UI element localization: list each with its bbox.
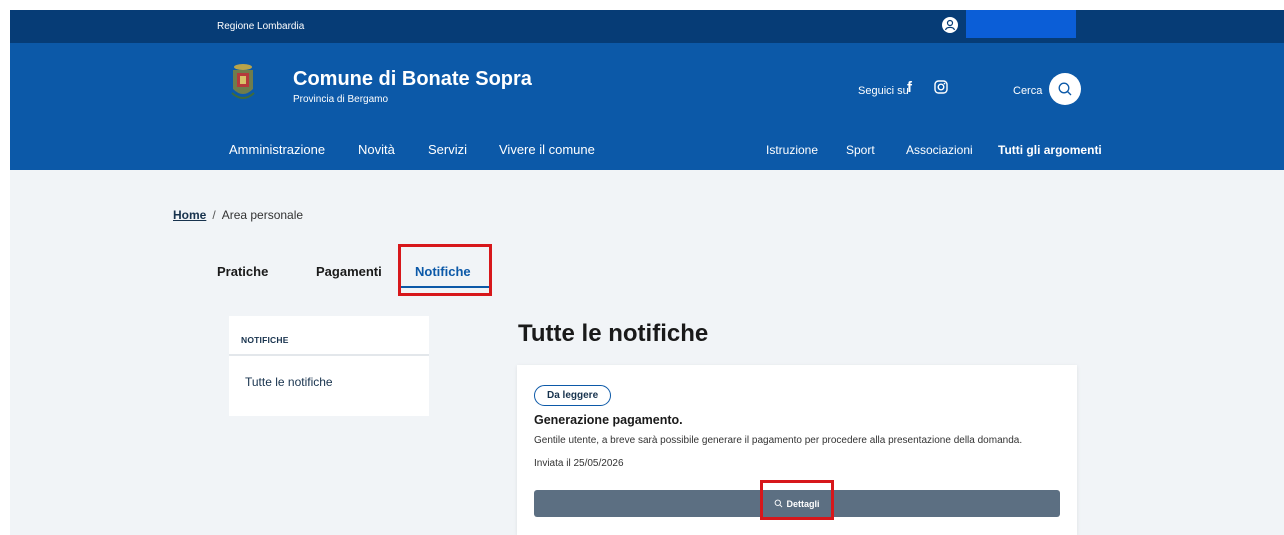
nav-tutti-gli-argomenti[interactable]: Tutti gli argomenti <box>998 143 1102 157</box>
tab-pagamenti[interactable]: Pagamenti <box>316 264 382 279</box>
nav-amministrazione[interactable]: Amministrazione <box>229 142 325 157</box>
instagram-icon[interactable] <box>934 80 948 94</box>
top-bar: Regione Lombardia <box>10 10 1284 43</box>
nav-vivere-il-comune[interactable]: Vivere il comune <box>499 142 595 157</box>
highlight-box-details <box>760 480 834 520</box>
site-header: Comune di Bonate Sopra Provincia di Berg… <box>10 43 1284 170</box>
sidebar-item-all-notifications[interactable]: Tutte le notifiche <box>245 375 333 389</box>
status-badge: Da leggere <box>534 385 612 406</box>
breadcrumb-separator: / <box>212 208 216 222</box>
nav-servizi[interactable]: Servizi <box>428 142 467 157</box>
breadcrumb-current: Area personale <box>221 208 304 222</box>
search-icon <box>1058 82 1072 96</box>
site-subtitle: Provincia di Bergamo <box>293 94 389 105</box>
page-frame: Regione Lombardia Comune di Bonate Sopra… <box>10 10 1284 535</box>
user-icon[interactable] <box>942 17 958 33</box>
breadcrumb: Home / Area personale <box>173 208 303 222</box>
notification-date: Inviata il 25/05/2026 <box>534 458 624 469</box>
facebook-icon[interactable]: f <box>907 79 912 96</box>
notification-title: Generazione pagamento. <box>534 413 683 427</box>
breadcrumb-home[interactable]: Home <box>173 208 206 222</box>
tab-pratiche[interactable]: Pratiche <box>217 264 268 279</box>
region-link[interactable]: Regione Lombardia <box>217 21 304 32</box>
search-button[interactable] <box>1049 73 1081 105</box>
crest-icon <box>231 64 255 99</box>
follow-label: Seguici su <box>858 85 909 97</box>
site-title[interactable]: Comune di Bonate Sopra <box>293 68 532 91</box>
page-title: Tutte le notifiche <box>518 320 709 347</box>
nav-novita[interactable]: Novità <box>358 142 395 157</box>
nav-istruzione[interactable]: Istruzione <box>766 143 818 157</box>
sidebar-card: NOTIFICHE Tutte le notifiche <box>229 316 429 416</box>
search-label[interactable]: Cerca <box>1013 85 1042 97</box>
sidebar-divider <box>229 354 429 356</box>
nav-sport[interactable]: Sport <box>846 143 875 157</box>
notification-body: Gentile utente, a breve sarà possibile g… <box>534 435 1023 446</box>
highlight-box-tab <box>398 244 492 296</box>
user-menu-button[interactable] <box>966 10 1076 38</box>
nav-associazioni[interactable]: Associazioni <box>906 143 973 157</box>
sidebar-title: NOTIFICHE <box>241 335 289 345</box>
